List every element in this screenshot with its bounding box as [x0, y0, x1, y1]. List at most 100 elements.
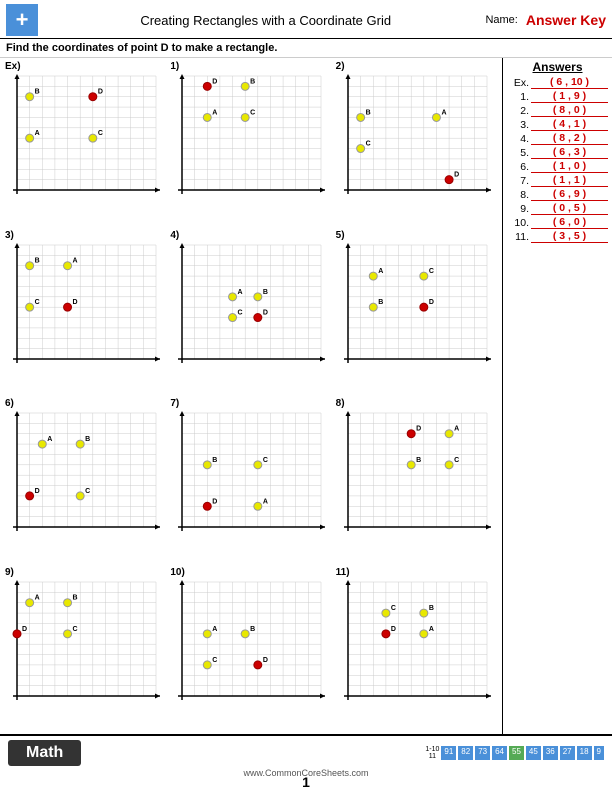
stat-82: 82	[458, 746, 473, 760]
answer-item: 9.( 0 , 5 )	[507, 202, 608, 215]
answer-key-title: Answers	[507, 60, 608, 74]
problem-label: 4)	[170, 230, 331, 241]
answer-num: 9.	[507, 203, 529, 215]
answer-num: 3.	[507, 119, 529, 131]
svg-text:A: A	[441, 109, 446, 116]
name-label: Name:	[485, 14, 517, 26]
stat-45: 45	[526, 746, 541, 760]
logo-plus-icon: +	[16, 9, 29, 31]
answer-val: ( 1 , 1 )	[531, 174, 608, 187]
grid-svg: ABDC	[5, 578, 160, 708]
svg-text:D: D	[391, 625, 396, 632]
svg-text:C: C	[251, 109, 256, 116]
svg-text:C: C	[73, 625, 78, 632]
problem-cell-p11: 11)CBDA	[335, 566, 498, 733]
grid-svg: ABCD	[170, 578, 325, 708]
page-number: 1	[302, 774, 310, 790]
stat-73: 73	[475, 746, 490, 760]
svg-text:D: D	[454, 172, 459, 179]
svg-text:B: B	[251, 78, 256, 85]
answer-val: ( 0 , 5 )	[531, 202, 608, 215]
svg-text:B: B	[85, 436, 90, 443]
svg-text:A: A	[213, 109, 218, 116]
answer-item: 7.( 1 , 1 )	[507, 174, 608, 187]
svg-text:C: C	[238, 309, 243, 316]
svg-text:D: D	[416, 426, 421, 433]
svg-text:B: B	[365, 109, 370, 116]
problem-cell-ex: Ex)BDAC	[4, 60, 167, 227]
grid-svg: ABCD	[170, 241, 325, 371]
grid-svg: CBDA	[336, 578, 491, 708]
answer-num: Ex.	[507, 77, 529, 89]
svg-text:A: A	[35, 130, 40, 137]
svg-text:C: C	[391, 605, 396, 612]
answer-item: 10.( 6 , 0 )	[507, 216, 608, 229]
stat-27: 27	[560, 746, 575, 760]
footer-stats: 1-10 11 91 82 73 64 55 45 36 27 18 9	[425, 746, 604, 760]
answer-val: ( 8 , 2 )	[531, 132, 608, 145]
answer-val: ( 8 , 0 )	[531, 104, 608, 117]
answer-item: 8.( 6 , 9 )	[507, 188, 608, 201]
svg-text:C: C	[428, 268, 433, 275]
problem-cell-p10: 10)ABCD	[169, 566, 332, 733]
problem-cell-p2: 2)BACD	[335, 60, 498, 227]
svg-text:D: D	[428, 299, 433, 306]
grid-svg: ACBD	[336, 241, 491, 371]
answer-item: 6.( 1 , 0 )	[507, 160, 608, 173]
stat-36: 36	[543, 746, 558, 760]
answer-num: 8.	[507, 189, 529, 201]
svg-text:C: C	[213, 656, 218, 663]
instructions: Find the coordinates of point D to make …	[0, 39, 612, 58]
grid-svg: BCDA	[170, 409, 325, 539]
answer-item: Ex.( 6 , 10 )	[507, 76, 608, 89]
problem-label: 10)	[170, 567, 331, 578]
grid-svg: BACD	[5, 241, 160, 371]
answer-val: ( 6 , 9 )	[531, 188, 608, 201]
header: + Creating Rectangles with a Coordinate …	[0, 0, 612, 39]
problem-label: 11)	[336, 567, 497, 578]
svg-text:A: A	[73, 257, 78, 264]
svg-text:A: A	[263, 498, 268, 505]
stat-55: 55	[509, 746, 524, 760]
problem-label: 5)	[336, 230, 497, 241]
answer-val: ( 1 , 9 )	[531, 90, 608, 103]
grid-svg: BACD	[336, 72, 491, 202]
svg-text:B: B	[213, 457, 218, 464]
answer-val: ( 1 , 0 )	[531, 160, 608, 173]
svg-text:D: D	[213, 78, 218, 85]
logo: +	[6, 4, 38, 36]
problem-cell-p6: 6)ABDC	[4, 397, 167, 564]
answer-num: 1.	[507, 91, 529, 103]
answer-num: 6.	[507, 161, 529, 173]
svg-text:D: D	[213, 498, 218, 505]
problem-cell-p7: 7)BCDA	[169, 397, 332, 564]
stat-64: 64	[492, 746, 507, 760]
problem-label: 9)	[5, 567, 166, 578]
problem-label: 6)	[5, 398, 166, 409]
answer-val: ( 4 , 1 )	[531, 118, 608, 131]
grid-svg: BDAC	[5, 72, 160, 202]
stat-91: 91	[441, 746, 456, 760]
problem-cell-p4: 4)ABCD	[169, 229, 332, 396]
problem-label: 3)	[5, 230, 166, 241]
problem-cell-p5: 5)ACBD	[335, 229, 498, 396]
answer-item: 3.( 4 , 1 )	[507, 118, 608, 131]
answer-item: 4.( 8 , 2 )	[507, 132, 608, 145]
answer-val: ( 6 , 3 )	[531, 146, 608, 159]
svg-text:D: D	[263, 309, 268, 316]
svg-text:B: B	[416, 457, 421, 464]
svg-text:C: C	[98, 130, 103, 137]
answer-val: ( 6 , 10 )	[531, 76, 608, 89]
stat-18: 18	[577, 746, 592, 760]
answer-num: 4.	[507, 133, 529, 145]
svg-text:D: D	[73, 299, 78, 306]
problem-label: 2)	[336, 61, 497, 72]
svg-text:D: D	[263, 656, 268, 663]
answer-num: 11.	[507, 231, 529, 243]
answer-key-header: Answer Key	[526, 12, 606, 28]
problem-label: Ex)	[5, 61, 166, 72]
main-content: Ex)BDAC1)DBAC2)BACD3)BACD4)ABCD5)ACBD6)A…	[0, 58, 612, 734]
svg-text:A: A	[454, 426, 459, 433]
answer-val: ( 3 , 5 )	[531, 230, 608, 243]
problem-label: 7)	[170, 398, 331, 409]
